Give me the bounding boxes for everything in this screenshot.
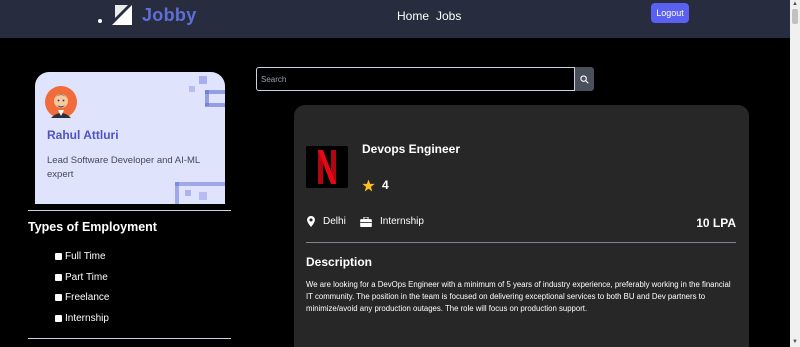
checkbox[interactable] <box>55 253 62 260</box>
search-button[interactable] <box>575 67 594 91</box>
divider <box>28 338 231 339</box>
job-title: Devops Engineer <box>362 142 461 156</box>
checkbox[interactable] <box>55 274 62 281</box>
job-location: Delhi <box>307 216 346 227</box>
rating-value: 4 <box>382 178 389 192</box>
search-bar <box>256 67 594 91</box>
location-icon <box>307 216 315 227</box>
scroll-down-arrow-icon[interactable]: ▼ <box>791 338 799 346</box>
logo-text: Jobby <box>142 4 197 25</box>
filter-freelance[interactable]: Freelance <box>55 292 109 303</box>
logout-button[interactable]: Logout <box>651 3 689 23</box>
search-input[interactable] <box>256 67 575 91</box>
netflix-logo-icon <box>318 150 336 184</box>
filter-full-time[interactable]: Full Time <box>55 251 106 262</box>
filter-part-time[interactable]: Part Time <box>55 272 108 283</box>
company-logo <box>306 146 348 188</box>
filter-internship[interactable]: Internship <box>55 313 109 324</box>
jobby-logo-icon <box>112 5 132 25</box>
profile-name: Rahul Attluri <box>47 128 119 142</box>
card-divider <box>306 242 736 243</box>
logo-dot <box>98 19 102 23</box>
header: Jobby Home Jobs Logout <box>0 0 790 38</box>
logo[interactable]: Jobby <box>98 4 197 26</box>
nav-home-link[interactable]: Home <box>397 9 429 23</box>
profile-bio: Lead Software Developer and AI-ML expert <box>47 155 200 180</box>
search-icon <box>580 74 589 84</box>
job-rating: 4 <box>362 178 389 192</box>
checkbox[interactable] <box>55 294 62 301</box>
avatar <box>45 86 77 118</box>
filter-label: Part Time <box>65 272 108 283</box>
scrollbar[interactable] <box>790 0 800 347</box>
employment-type-text: Internship <box>380 216 424 227</box>
location-text: Delhi <box>323 216 346 227</box>
filter-label: Freelance <box>65 292 110 303</box>
profile-background-pattern <box>175 76 225 204</box>
divider <box>28 210 231 211</box>
filter-label: Internship <box>65 313 109 324</box>
description-heading: Description <box>306 255 373 269</box>
filter-label: Full Time <box>65 251 106 262</box>
scroll-up-arrow-icon[interactable]: ▲ <box>791 0 799 8</box>
scrollbar-thumb[interactable] <box>792 9 798 24</box>
profile-card: Rahul Attluri Lead Software Developer an… <box>35 72 225 204</box>
checkbox[interactable] <box>55 315 62 322</box>
job-description: We are looking for a DevOps Engineer wit… <box>306 280 731 313</box>
briefcase-icon <box>360 216 372 227</box>
employment-filter-heading: Types of Employment <box>28 220 157 234</box>
star-icon <box>362 179 375 191</box>
nav-jobs-link[interactable]: Jobs <box>436 9 461 23</box>
job-employment-type: Internship <box>360 216 424 227</box>
job-package: 10 LPA <box>696 216 736 230</box>
job-details-card: Devops Engineer 4 Delhi Internship 10 LP… <box>294 105 749 347</box>
